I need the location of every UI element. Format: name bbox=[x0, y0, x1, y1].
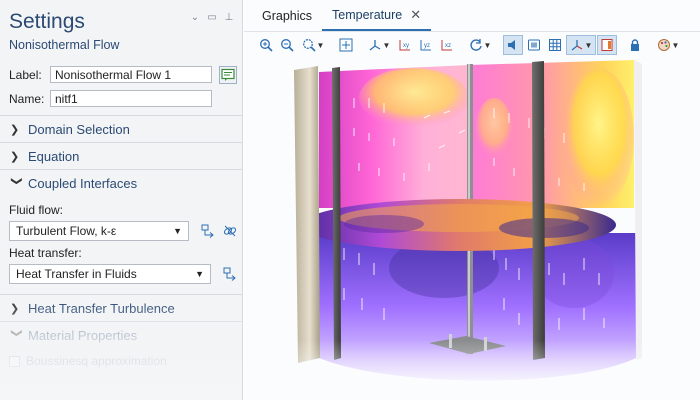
viewport-fade bbox=[244, 340, 700, 400]
graphics-toolbar: ▼ ▼ xy yz xz ▼ ▼ ▼ bbox=[244, 32, 700, 58]
section-material-properties[interactable]: ❯ Material Properties bbox=[0, 321, 242, 348]
show-axes-icon[interactable]: ▼ bbox=[566, 35, 596, 55]
section-coupled-interfaces[interactable]: ❯ Coupled Interfaces bbox=[0, 169, 242, 196]
label-row: Label: bbox=[9, 66, 212, 83]
lock-icon[interactable] bbox=[625, 35, 645, 55]
view-yz-icon[interactable]: yz bbox=[416, 35, 436, 55]
section-title: Coupled Interfaces bbox=[28, 175, 138, 191]
tab-label: Temperature bbox=[332, 8, 403, 22]
svg-text:xz: xz bbox=[445, 43, 451, 49]
label-field-label: Label: bbox=[9, 67, 42, 82]
tab-temperature[interactable]: Temperature ✕ bbox=[322, 1, 432, 31]
chevron-down-icon: ❯ bbox=[10, 328, 23, 338]
settings-title: Settings bbox=[9, 10, 85, 33]
view-axes-icon[interactable]: ▼ bbox=[364, 35, 394, 55]
settings-subtitle: Nonisothermal Flow bbox=[9, 38, 120, 52]
comment-edit-icon bbox=[221, 68, 235, 81]
panel-window-controls: ⌄ ▭ ⊥ bbox=[190, 12, 234, 23]
section-domain-selection[interactable]: ❯ Domain Selection bbox=[0, 115, 242, 142]
svg-text:xy: xy bbox=[403, 43, 409, 49]
section-title: Material Properties bbox=[28, 327, 138, 343]
restore-icon[interactable]: ▭ bbox=[207, 12, 217, 23]
app-window: Settings Nonisothermal Flow ⌄ ▭ ⊥ Label:… bbox=[0, 0, 700, 400]
edit-label-button[interactable] bbox=[219, 66, 237, 84]
tab-graphics[interactable]: Graphics bbox=[252, 1, 322, 31]
boussinesq-row[interactable]: Boussinesq approximation bbox=[9, 354, 167, 368]
dropdown-arrow-icon: ▼ bbox=[173, 226, 182, 236]
section-title: Equation bbox=[28, 148, 80, 164]
pin-icon[interactable]: ⊥ bbox=[224, 12, 234, 23]
fluid-flow-label: Fluid flow: bbox=[9, 203, 64, 217]
graphics-viewport[interactable] bbox=[244, 58, 700, 400]
fluid-flow-select[interactable]: Turbulent Flow, k-ε ▼ bbox=[9, 221, 189, 241]
section-title: Heat Transfer Turbulence bbox=[28, 300, 175, 316]
section-equation[interactable]: ❯ Equation bbox=[0, 142, 242, 169]
zoom-box-icon[interactable]: ▼ bbox=[298, 35, 328, 55]
settings-header: Settings Nonisothermal Flow ⌄ ▭ ⊥ bbox=[0, 0, 242, 58]
legend-icon[interactable] bbox=[597, 35, 617, 55]
name-field-label: Name: bbox=[9, 91, 45, 106]
name-row: Name: bbox=[9, 90, 212, 107]
zoom-in-icon[interactable] bbox=[256, 35, 276, 55]
section-title: Domain Selection bbox=[28, 121, 130, 137]
go-to-source-icon[interactable] bbox=[200, 223, 216, 239]
view-xy-icon[interactable]: xy bbox=[395, 35, 415, 55]
tab-label: Graphics bbox=[262, 9, 313, 23]
chevron-right-icon: ❯ bbox=[10, 302, 20, 315]
svg-text:yz: yz bbox=[424, 43, 430, 49]
unlink-icon[interactable] bbox=[222, 223, 238, 239]
heat-transfer-value: Heat Transfer in Fluids bbox=[16, 267, 137, 281]
chevron-right-icon: ❯ bbox=[10, 150, 20, 163]
boussinesq-label: Boussinesq approximation bbox=[26, 354, 167, 368]
label-input[interactable] bbox=[50, 66, 212, 83]
scene-light-icon[interactable] bbox=[503, 35, 523, 55]
fluid-flow-value: Turbulent Flow, k-ε bbox=[16, 224, 117, 238]
heat-transfer-select[interactable]: Heat Transfer in Fluids ▼ bbox=[9, 264, 211, 284]
zoom-out-icon[interactable] bbox=[277, 35, 297, 55]
graphics-area: Graphics Temperature ✕ ▼ ▼ xy yz xz ▼ ▼ … bbox=[244, 0, 700, 400]
boussinesq-checkbox[interactable] bbox=[9, 355, 20, 367]
view-xz-icon[interactable]: xz bbox=[437, 35, 457, 55]
transparency-icon[interactable] bbox=[524, 35, 544, 55]
color-scheme-icon[interactable]: ▼ bbox=[653, 35, 683, 55]
graphics-tabs: Graphics Temperature ✕ bbox=[244, 0, 700, 32]
chevron-down-icon[interactable]: ⌄ bbox=[190, 12, 200, 23]
heat-transfer-label: Heat transfer: bbox=[9, 246, 82, 260]
dropdown-arrow-icon: ▼ bbox=[195, 269, 204, 279]
grid-icon[interactable] bbox=[545, 35, 565, 55]
close-icon[interactable]: ✕ bbox=[410, 7, 421, 23]
chevron-down-icon: ❯ bbox=[10, 176, 23, 186]
go-to-source-icon[interactable] bbox=[222, 266, 238, 282]
name-input[interactable] bbox=[50, 90, 212, 107]
zoom-extents-icon[interactable] bbox=[336, 35, 356, 55]
chevron-right-icon: ❯ bbox=[10, 123, 20, 136]
section-heat-transfer-turbulence[interactable]: ❯ Heat Transfer Turbulence bbox=[0, 294, 242, 321]
settings-panel: Settings Nonisothermal Flow ⌄ ▭ ⊥ Label:… bbox=[0, 0, 243, 400]
rotate-icon[interactable]: ▼ bbox=[465, 35, 495, 55]
